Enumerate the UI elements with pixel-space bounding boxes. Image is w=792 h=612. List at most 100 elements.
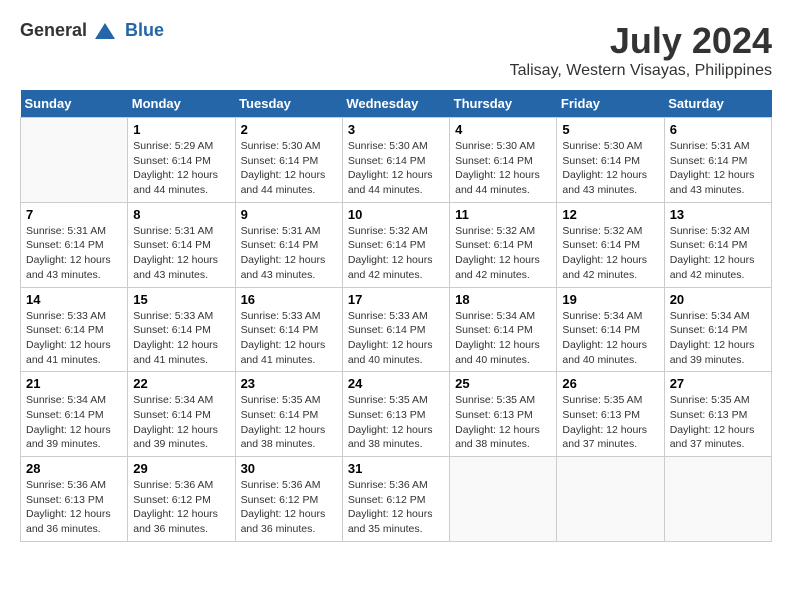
calendar-cell	[450, 457, 557, 542]
day-of-week-header: Wednesday	[342, 90, 449, 118]
calendar-cell: 27 Sunrise: 5:35 AM Sunset: 6:13 PM Dayli…	[664, 372, 771, 457]
cell-content: Sunrise: 5:32 AM Sunset: 6:14 PM Dayligh…	[562, 224, 658, 283]
calendar-cell: 10Sunrise: 5:32 AM Sunset: 6:14 PM Dayli…	[342, 202, 449, 287]
calendar-header-row: SundayMondayTuesdayWednesdayThursdayFrid…	[21, 90, 772, 118]
cell-content: Sunrise: 5:35 AM Sunset: 6:13 PM Dayligh…	[670, 393, 766, 452]
logo-blue-text: Blue	[125, 20, 164, 41]
day-number: 30	[241, 461, 337, 476]
calendar-week-row: 28 Sunrise: 5:36 AM Sunset: 6:13 PM Dayli…	[21, 457, 772, 542]
day-of-week-header: Sunday	[21, 90, 128, 118]
calendar-cell: 13 Sunrise: 5:32 AM Sunset: 6:14 PM Dayli…	[664, 202, 771, 287]
month-title: July 2024	[510, 20, 772, 62]
calendar-cell: 1Sunrise: 5:29 AM Sunset: 6:14 PM Daylig…	[128, 118, 235, 203]
day-of-week-header: Thursday	[450, 90, 557, 118]
cell-content: Sunrise: 5:33 AM Sunset: 6:14 PM Dayligh…	[241, 309, 337, 368]
cell-content: Sunrise: 5:34 AM Sunset: 6:14 PM Dayligh…	[26, 393, 122, 452]
day-number: 9	[241, 207, 337, 222]
day-of-week-header: Saturday	[664, 90, 771, 118]
day-number: 18	[455, 292, 551, 307]
calendar-cell: 14 Sunrise: 5:33 AM Sunset: 6:14 PM Dayli…	[21, 287, 128, 372]
cell-content: Sunrise: 5:31 AM Sunset: 6:14 PM Dayligh…	[133, 224, 229, 283]
calendar-week-row: 14 Sunrise: 5:33 AM Sunset: 6:14 PM Dayli…	[21, 287, 772, 372]
cell-content: Sunrise: 5:34 AM Sunset: 6:14 PM Dayligh…	[455, 309, 551, 368]
day-number: 17	[348, 292, 444, 307]
day-number: 16	[241, 292, 337, 307]
cell-content: Sunrise: 5:32 AM Sunset: 6:14 PM Dayligh…	[348, 224, 444, 283]
cell-content: Sunrise: 5:36 AM Sunset: 6:12 PM Dayligh…	[348, 478, 444, 537]
day-number: 7	[26, 207, 122, 222]
logo-icon	[93, 21, 117, 41]
day-number: 11	[455, 207, 551, 222]
calendar-cell: 20 Sunrise: 5:34 AM Sunset: 6:14 PM Dayli…	[664, 287, 771, 372]
calendar-cell: 28 Sunrise: 5:36 AM Sunset: 6:13 PM Dayli…	[21, 457, 128, 542]
calendar-cell: 26Sunrise: 5:35 AM Sunset: 6:13 PM Dayli…	[557, 372, 664, 457]
day-number: 20	[670, 292, 766, 307]
cell-content: Sunrise: 5:31 AM Sunset: 6:14 PM Dayligh…	[670, 139, 766, 198]
calendar-week-row: 1Sunrise: 5:29 AM Sunset: 6:14 PM Daylig…	[21, 118, 772, 203]
cell-content: Sunrise: 5:33 AM Sunset: 6:14 PM Dayligh…	[348, 309, 444, 368]
calendar-cell: 9 Sunrise: 5:31 AM Sunset: 6:14 PM Daylig…	[235, 202, 342, 287]
day-of-week-header: Monday	[128, 90, 235, 118]
day-number: 31	[348, 461, 444, 476]
calendar-cell: 17 Sunrise: 5:33 AM Sunset: 6:14 PM Dayli…	[342, 287, 449, 372]
calendar-cell: 4 Sunrise: 5:30 AM Sunset: 6:14 PM Daylig…	[450, 118, 557, 203]
calendar-cell: 30 Sunrise: 5:36 AM Sunset: 6:12 PM Dayli…	[235, 457, 342, 542]
day-number: 19	[562, 292, 658, 307]
calendar-cell	[664, 457, 771, 542]
day-number: 28	[26, 461, 122, 476]
cell-content: Sunrise: 5:33 AM Sunset: 6:14 PM Dayligh…	[133, 309, 229, 368]
calendar-cell	[557, 457, 664, 542]
cell-content: Sunrise: 5:30 AM Sunset: 6:14 PM Dayligh…	[455, 139, 551, 198]
page-header: General Blue July 2024 Talisay, Western …	[20, 20, 772, 80]
day-number: 27	[670, 376, 766, 391]
title-section: July 2024 Talisay, Western Visayas, Phil…	[510, 20, 772, 80]
cell-content: Sunrise: 5:31 AM Sunset: 6:14 PM Dayligh…	[241, 224, 337, 283]
cell-content: Sunrise: 5:35 AM Sunset: 6:13 PM Dayligh…	[455, 393, 551, 452]
cell-content: Sunrise: 5:30 AM Sunset: 6:14 PM Dayligh…	[348, 139, 444, 198]
day-number: 8	[133, 207, 229, 222]
calendar-cell: 11 Sunrise: 5:32 AM Sunset: 6:14 PM Dayli…	[450, 202, 557, 287]
cell-content: Sunrise: 5:32 AM Sunset: 6:14 PM Dayligh…	[670, 224, 766, 283]
calendar-cell: 25Sunrise: 5:35 AM Sunset: 6:13 PM Dayli…	[450, 372, 557, 457]
calendar-cell: 23 Sunrise: 5:35 AM Sunset: 6:14 PM Dayli…	[235, 372, 342, 457]
cell-content: Sunrise: 5:35 AM Sunset: 6:14 PM Dayligh…	[241, 393, 337, 452]
cell-content: Sunrise: 5:30 AM Sunset: 6:14 PM Dayligh…	[241, 139, 337, 198]
cell-content: Sunrise: 5:33 AM Sunset: 6:14 PM Dayligh…	[26, 309, 122, 368]
day-number: 12	[562, 207, 658, 222]
cell-content: Sunrise: 5:32 AM Sunset: 6:14 PM Dayligh…	[455, 224, 551, 283]
calendar-cell	[21, 118, 128, 203]
calendar-cell: 7Sunrise: 5:31 AM Sunset: 6:14 PM Daylig…	[21, 202, 128, 287]
calendar-cell: 8 Sunrise: 5:31 AM Sunset: 6:14 PM Daylig…	[128, 202, 235, 287]
cell-content: Sunrise: 5:35 AM Sunset: 6:13 PM Dayligh…	[562, 393, 658, 452]
day-number: 14	[26, 292, 122, 307]
day-number: 15	[133, 292, 229, 307]
cell-content: Sunrise: 5:30 AM Sunset: 6:14 PM Dayligh…	[562, 139, 658, 198]
calendar-cell: 12 Sunrise: 5:32 AM Sunset: 6:14 PM Dayli…	[557, 202, 664, 287]
calendar-cell: 19 Sunrise: 5:34 AM Sunset: 6:14 PM Dayli…	[557, 287, 664, 372]
day-number: 6	[670, 122, 766, 137]
calendar-cell: 22Sunrise: 5:34 AM Sunset: 6:14 PM Dayli…	[128, 372, 235, 457]
calendar-cell: 16 Sunrise: 5:33 AM Sunset: 6:14 PM Dayli…	[235, 287, 342, 372]
calendar-week-row: 7 Sunrise: 5:31 AM Sunset: 6:14 PM Daylig…	[21, 202, 772, 287]
calendar-cell: 5 Sunrise: 5:30 AM Sunset: 6:14 PM Daylig…	[557, 118, 664, 203]
day-number: 4	[455, 122, 551, 137]
calendar-week-row: 21Sunrise: 5:34 AM Sunset: 6:14 PM Dayli…	[21, 372, 772, 457]
day-number: 24	[348, 376, 444, 391]
day-number: 23	[241, 376, 337, 391]
calendar-cell: 24 Sunrise: 5:35 AM Sunset: 6:13 PM Dayli…	[342, 372, 449, 457]
day-number: 13	[670, 207, 766, 222]
calendar-cell: 15 Sunrise: 5:33 AM Sunset: 6:14 PM Dayli…	[128, 287, 235, 372]
calendar-cell: 18 Sunrise: 5:34 AM Sunset: 6:14 PM Dayli…	[450, 287, 557, 372]
day-of-week-header: Tuesday	[235, 90, 342, 118]
cell-content: Sunrise: 5:35 AM Sunset: 6:13 PM Dayligh…	[348, 393, 444, 452]
day-number: 1	[133, 122, 229, 137]
cell-content: Sunrise: 5:34 AM Sunset: 6:14 PM Dayligh…	[670, 309, 766, 368]
day-number: 3	[348, 122, 444, 137]
day-number: 5	[562, 122, 658, 137]
cell-content: Sunrise: 5:36 AM Sunset: 6:13 PM Dayligh…	[26, 478, 122, 537]
logo-general-text: General	[20, 20, 87, 41]
logo: General Blue	[20, 20, 164, 41]
day-of-week-header: Friday	[557, 90, 664, 118]
cell-content: Sunrise: 5:34 AM Sunset: 6:14 PM Dayligh…	[562, 309, 658, 368]
cell-content: Sunrise: 5:36 AM Sunset: 6:12 PM Dayligh…	[241, 478, 337, 537]
